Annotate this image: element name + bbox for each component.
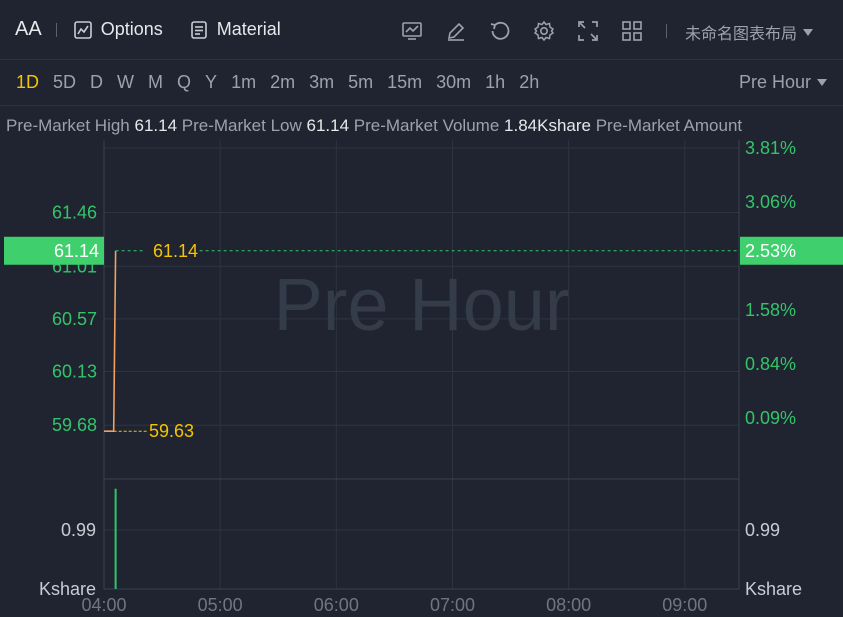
layout-selector[interactable]: 未命名图表布局 (685, 20, 814, 44)
stat-value: 61.14 (306, 116, 350, 135)
period-30m[interactable]: 30m (436, 72, 471, 93)
material-icon (190, 20, 207, 39)
period-1m[interactable]: 1m (231, 72, 256, 93)
period-3m[interactable]: 3m (309, 72, 334, 93)
top-toolbar: AA Options Material 未命名图表布局 (0, 0, 843, 60)
current-percent-tag-label: 2.53% (745, 241, 796, 261)
volume-unit-label: Kshare (745, 579, 802, 599)
price-tick-label: 60.13 (52, 361, 97, 381)
stat-label: Pre-Market Volume (353, 116, 500, 135)
period-2m[interactable]: 2m (270, 72, 295, 93)
price-chart[interactable]: Pre Hour61.4661.0160.5760.1359.683.81%3.… (0, 140, 843, 617)
caret-down-icon (817, 79, 827, 86)
material-label: Material (216, 19, 281, 39)
percent-tick-label: 0.84% (745, 354, 796, 374)
time-tick-label: 04:00 (81, 595, 126, 615)
grid-layout-icon[interactable] (618, 17, 646, 45)
base-price-label: 59.63 (149, 421, 194, 441)
time-tick-label: 09:00 (662, 595, 707, 615)
period-2h[interactable]: 2h (519, 72, 539, 93)
caret-down-icon (803, 28, 814, 36)
fullscreen-icon[interactable] (574, 17, 602, 45)
time-tick-label: 08:00 (546, 595, 591, 615)
period-5d[interactable]: 5D (53, 72, 76, 93)
period-y[interactable]: Y (205, 72, 217, 93)
price-tick-label: 60.57 (52, 309, 97, 329)
period-q[interactable]: Q (177, 72, 191, 93)
percent-tick-label: 0.09% (745, 408, 796, 428)
time-tick-label: 06:00 (314, 595, 359, 615)
premarket-stats: Pre-Market High 61.14 Pre-Market Low 61.… (6, 116, 843, 136)
period-1h[interactable]: 1h (485, 72, 505, 93)
watermark-text: Pre Hour (273, 263, 569, 346)
stat-label: Pre-Market High (6, 116, 130, 135)
session-label: Pre Hour (738, 72, 811, 92)
volume-tick-label: 0.99 (745, 520, 780, 540)
price-tick-label: 59.68 (52, 415, 97, 435)
time-tick-label: 07:00 (430, 595, 475, 615)
price-tick-label: 61.46 (52, 203, 97, 223)
stat-label: Pre-Market Amount (595, 116, 743, 135)
session-selector[interactable]: Pre Hour (739, 72, 827, 93)
period-d[interactable]: D (90, 72, 103, 93)
stat-label: Pre-Market Low (181, 116, 302, 135)
period-bar: 1D 5D D W M Q Y 1m 2m 3m 5m 15m 30m 1h 2h Pre Hour (0, 60, 843, 106)
period-1d[interactable]: 1D (16, 72, 39, 93)
toolbar-icon-group (398, 17, 662, 45)
layout-name-label: 未命名图表布局 (685, 26, 798, 43)
price-line (104, 250, 117, 433)
period-w[interactable]: W (117, 72, 134, 93)
toolbar-divider (55, 22, 57, 37)
chart-indicator-icon[interactable] (398, 17, 426, 45)
toolbar-divider-2 (666, 24, 667, 38)
gear-icon[interactable] (530, 17, 558, 45)
period-5m[interactable]: 5m (348, 72, 373, 93)
options-button[interactable]: Options (73, 19, 163, 40)
draw-pencil-icon[interactable] (442, 17, 470, 45)
volume-bar (114, 488, 117, 589)
time-tick-label: 05:00 (198, 595, 243, 615)
percent-tick-label: 3.81% (745, 140, 796, 158)
options-label: Options (100, 19, 163, 39)
symbol-label[interactable]: AA (15, 18, 42, 41)
refresh-icon[interactable] (486, 17, 514, 45)
options-icon (73, 20, 92, 39)
period-15m[interactable]: 15m (387, 72, 422, 93)
stat-value: 61.14 (134, 116, 178, 135)
percent-tick-label: 1.58% (745, 300, 796, 320)
current-price-inline-label: 61.14 (153, 241, 198, 261)
period-m[interactable]: M (148, 72, 163, 93)
material-button[interactable]: Material (189, 19, 281, 40)
period-list: 1D 5D D W M Q Y 1m 2m 3m 5m 15m 30m 1h 2h (16, 72, 553, 93)
volume-tick-label: 0.99 (61, 520, 96, 540)
current-price-tag-label: 61.14 (54, 241, 99, 261)
percent-tick-label: 3.06% (745, 192, 796, 212)
stat-value: 1.84Kshare (504, 116, 591, 135)
